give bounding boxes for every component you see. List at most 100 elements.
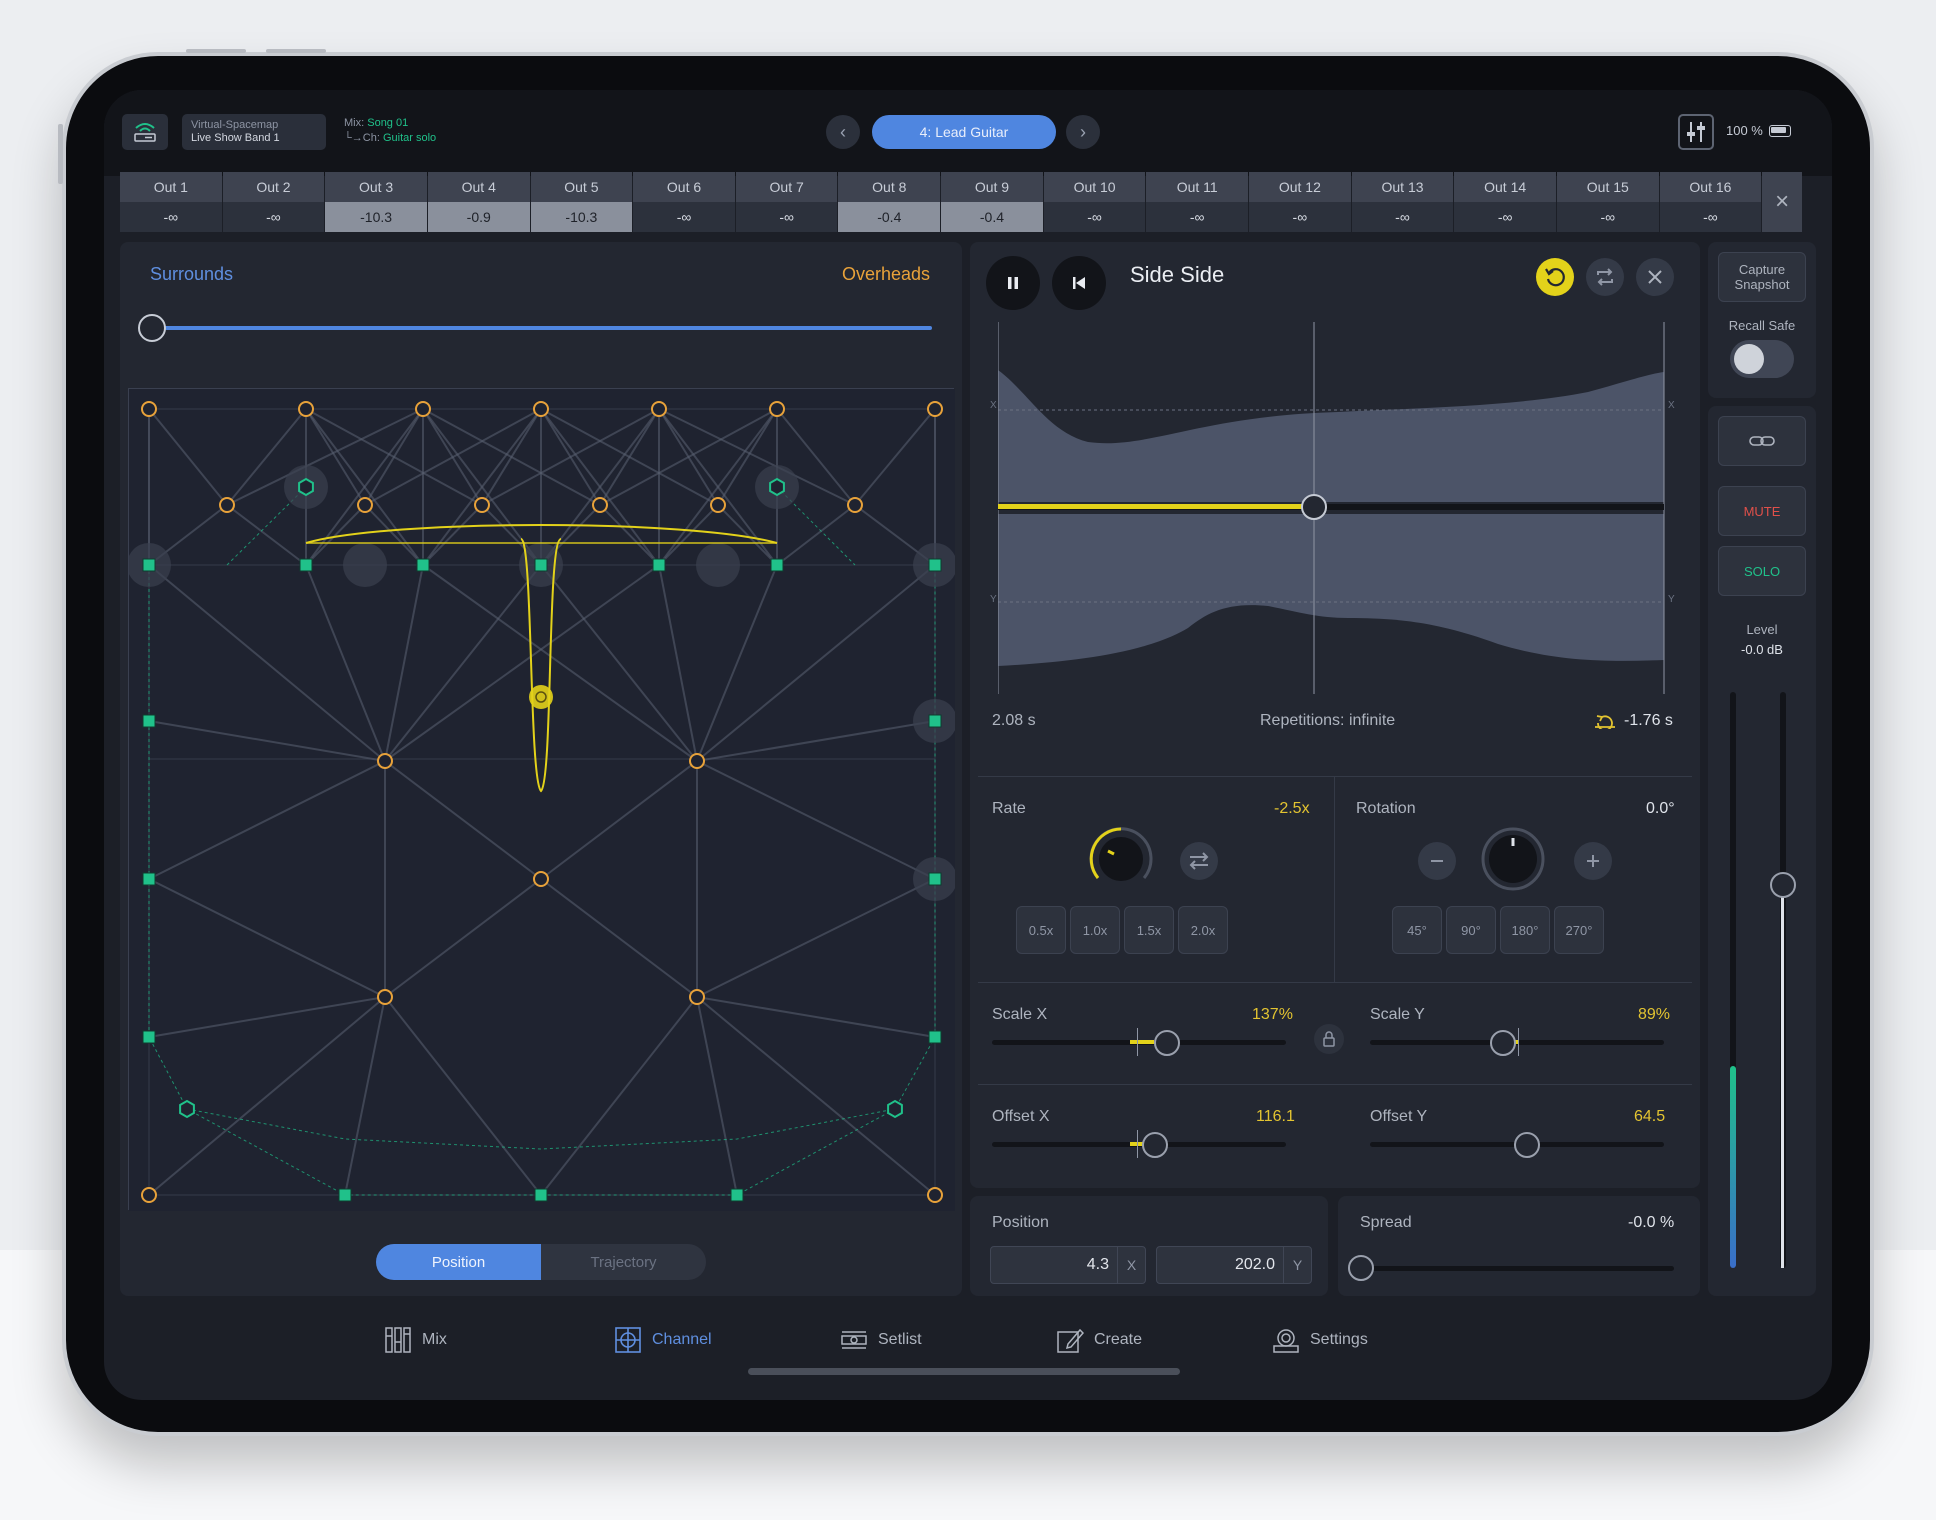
speaker-overhead[interactable] bbox=[927, 1187, 943, 1203]
level-fader-thumb[interactable] bbox=[1770, 872, 1796, 898]
output-channel[interactable]: Out 6 -∞ bbox=[633, 172, 735, 232]
position-y-field[interactable]: 202.0 Y bbox=[1156, 1246, 1312, 1284]
speaker-overhead[interactable] bbox=[710, 497, 726, 513]
output-channel[interactable]: Out 14 -∞ bbox=[1454, 172, 1556, 232]
close-outputs-button[interactable]: × bbox=[1762, 172, 1803, 232]
speaker-overhead[interactable] bbox=[592, 497, 608, 513]
position-x-field[interactable]: 4.3 X bbox=[990, 1246, 1146, 1284]
speaker-overhead[interactable] bbox=[533, 401, 549, 417]
speaker-surround[interactable] bbox=[928, 558, 942, 572]
rate-preset-chip[interactable]: 2.0x bbox=[1178, 906, 1228, 954]
speaker-surround[interactable] bbox=[299, 558, 313, 572]
surround-overhead-slider-track[interactable] bbox=[152, 326, 932, 330]
spacemap-svg[interactable] bbox=[127, 389, 957, 1211]
offset-y-thumb[interactable] bbox=[1514, 1132, 1540, 1158]
output-channel[interactable]: Out 2 -∞ bbox=[222, 172, 325, 232]
pause-button[interactable] bbox=[986, 256, 1040, 310]
speaker-overhead[interactable] bbox=[219, 497, 235, 513]
speaker-overhead[interactable] bbox=[769, 401, 785, 417]
output-channel[interactable]: Out 16 -∞ bbox=[1659, 172, 1762, 232]
speaker-overhead[interactable] bbox=[141, 1187, 157, 1203]
mode-trajectory-button[interactable]: Trajectory bbox=[541, 1244, 706, 1280]
close-trajectory-button[interactable] bbox=[1636, 258, 1674, 296]
speaker-hex[interactable] bbox=[769, 477, 785, 497]
reverse-direction-button[interactable] bbox=[1180, 842, 1218, 880]
rotation-preset-chip[interactable]: 180° bbox=[1500, 906, 1550, 954]
mode-position-button[interactable]: Position bbox=[376, 1244, 541, 1280]
speaker-halo[interactable] bbox=[696, 543, 740, 587]
speaker-hex[interactable] bbox=[298, 477, 314, 497]
project-selector[interactable]: Virtual-Spacemap Live Show Band 1 bbox=[182, 114, 326, 150]
recall-safe-toggle[interactable] bbox=[1730, 340, 1794, 378]
speaker-overhead[interactable] bbox=[474, 497, 490, 513]
output-channel[interactable]: Out 15 -∞ bbox=[1556, 172, 1659, 232]
speaker-surround[interactable] bbox=[338, 1188, 352, 1202]
repeat-button[interactable] bbox=[1586, 258, 1624, 296]
offset-x-thumb[interactable] bbox=[1142, 1132, 1168, 1158]
speaker-surround[interactable] bbox=[928, 1030, 942, 1044]
output-channel[interactable]: Out 12 -∞ bbox=[1249, 172, 1351, 232]
surround-overhead-slider-thumb[interactable] bbox=[138, 314, 166, 342]
tab-settings[interactable]: Settings bbox=[1272, 1326, 1368, 1354]
speaker-surround[interactable] bbox=[142, 714, 156, 728]
speaker-overhead[interactable] bbox=[298, 401, 314, 417]
speaker-surround[interactable] bbox=[142, 558, 156, 572]
source-puck-speaker[interactable] bbox=[529, 685, 553, 709]
rotation-preset-chip[interactable]: 270° bbox=[1554, 906, 1604, 954]
capture-snapshot-button[interactable]: Capture Snapshot bbox=[1718, 252, 1806, 302]
spacemap-canvas[interactable] bbox=[127, 388, 957, 1211]
loop-button[interactable] bbox=[1536, 258, 1574, 296]
speaker-overhead[interactable] bbox=[689, 753, 705, 769]
speaker-surround[interactable] bbox=[142, 1030, 156, 1044]
speaker-halo[interactable] bbox=[343, 543, 387, 587]
output-channel[interactable]: Out 3 -10.3 bbox=[325, 172, 427, 232]
output-channel[interactable]: Out 13 -∞ bbox=[1351, 172, 1454, 232]
speaker-surround[interactable] bbox=[770, 558, 784, 572]
output-channel[interactable]: Out 10 -∞ bbox=[1043, 172, 1146, 232]
rotation-knob[interactable] bbox=[1478, 824, 1548, 894]
rate-preset-chip[interactable]: 1.0x bbox=[1070, 906, 1120, 954]
playhead-thumb[interactable] bbox=[1301, 494, 1327, 520]
speaker-overhead[interactable] bbox=[533, 871, 549, 887]
speaker-hex[interactable] bbox=[179, 1099, 195, 1119]
output-channel[interactable]: Out 9 -0.4 bbox=[941, 172, 1043, 232]
tab-create[interactable]: Create bbox=[1056, 1326, 1142, 1354]
rotation-preset-chip[interactable]: 90° bbox=[1446, 906, 1496, 954]
spread-track[interactable] bbox=[1364, 1266, 1674, 1271]
speaker-hex[interactable] bbox=[887, 1099, 903, 1119]
link-button[interactable] bbox=[1718, 416, 1806, 466]
output-channel[interactable]: Out 5 -10.3 bbox=[530, 172, 633, 232]
speaker-overhead[interactable] bbox=[377, 753, 393, 769]
rate-preset-chip[interactable]: 0.5x bbox=[1016, 906, 1066, 954]
rate-knob[interactable] bbox=[1086, 824, 1156, 894]
scale-x-thumb[interactable] bbox=[1154, 1030, 1180, 1056]
speaker-overhead[interactable] bbox=[377, 989, 393, 1005]
time-offset[interactable]: -1.76 s bbox=[1594, 712, 1673, 730]
speaker-surround[interactable] bbox=[928, 714, 942, 728]
speaker-surround[interactable] bbox=[534, 1188, 548, 1202]
rotation-preset-chip[interactable]: 45° bbox=[1392, 906, 1442, 954]
solo-button[interactable]: SOLO bbox=[1718, 546, 1806, 596]
speaker-surround[interactable] bbox=[730, 1188, 744, 1202]
trajectory-graph[interactable] bbox=[998, 322, 1666, 694]
speaker-overhead[interactable] bbox=[927, 401, 943, 417]
channel-name-button[interactable]: 4: Lead Guitar bbox=[872, 115, 1056, 149]
speaker-overhead[interactable] bbox=[689, 989, 705, 1005]
tab-channel[interactable]: Channel bbox=[614, 1326, 712, 1354]
speaker-surround[interactable] bbox=[416, 558, 430, 572]
speaker-surround[interactable] bbox=[652, 558, 666, 572]
output-channel[interactable]: Out 4 -0.9 bbox=[427, 172, 530, 232]
output-channel[interactable]: Out 11 -∞ bbox=[1146, 172, 1249, 232]
speaker-surround[interactable] bbox=[534, 558, 548, 572]
tab-setlist[interactable]: Setlist bbox=[840, 1326, 922, 1354]
mute-button[interactable]: MUTE bbox=[1718, 486, 1806, 536]
rate-preset-chip[interactable]: 1.5x bbox=[1124, 906, 1174, 954]
speaker-overhead[interactable] bbox=[651, 401, 667, 417]
rotation-minus-button[interactable] bbox=[1418, 842, 1456, 880]
rewind-button[interactable] bbox=[1052, 256, 1106, 310]
speaker-overhead[interactable] bbox=[141, 401, 157, 417]
speaker-overhead[interactable] bbox=[847, 497, 863, 513]
rotation-plus-button[interactable] bbox=[1574, 842, 1612, 880]
scale-y-thumb[interactable] bbox=[1490, 1030, 1516, 1056]
spread-thumb[interactable] bbox=[1348, 1255, 1374, 1281]
